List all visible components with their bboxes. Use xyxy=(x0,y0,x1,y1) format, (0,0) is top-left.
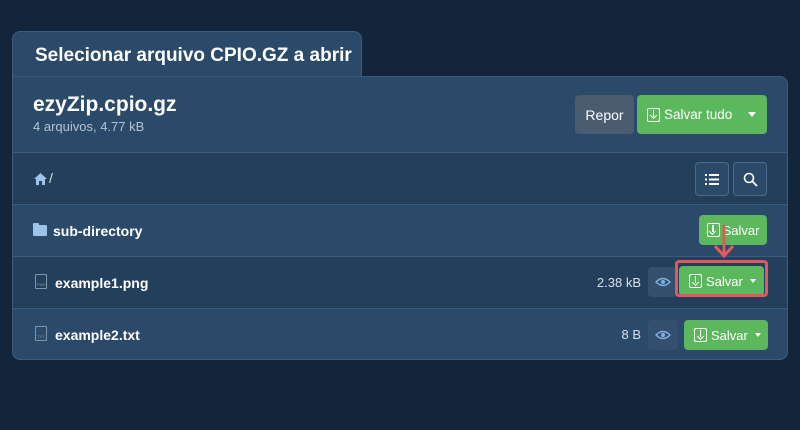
save-all-button[interactable]: Salvar tudo xyxy=(637,95,767,134)
file-icon: PNG xyxy=(35,274,47,289)
archive-meta: 4 arquivos, 4.77 kB xyxy=(33,119,145,134)
list-item[interactable]: TXT example2.txt 8 B Salvar xyxy=(13,309,787,359)
eye-icon xyxy=(655,330,671,340)
caret-down-icon xyxy=(754,333,761,337)
archive-panel: ezyZip.cpio.gz 4 arquivos, 4.77 kB Repor… xyxy=(12,76,788,360)
save-button[interactable]: Salvar xyxy=(684,320,768,350)
file-type-tag: PNG xyxy=(37,282,46,287)
download-icon xyxy=(694,328,707,342)
path-separator: / xyxy=(49,170,53,186)
preview-button[interactable] xyxy=(648,267,678,297)
caret-down-icon xyxy=(748,112,756,117)
eye-icon xyxy=(655,277,671,287)
save-all-dropdown-toggle[interactable] xyxy=(737,95,767,134)
file-icon: TXT xyxy=(35,326,47,341)
save-all-label: Salvar tudo xyxy=(664,107,733,122)
highlight-box xyxy=(675,260,768,297)
item-name[interactable]: example2.txt xyxy=(55,327,140,343)
list-item[interactable]: PNG example1.png 2.38 kB Salvar xyxy=(13,257,787,309)
file-size: 2.38 kB xyxy=(596,275,641,290)
save-main[interactable]: Salvar xyxy=(684,320,748,350)
save-all-main[interactable]: Salvar tudo xyxy=(637,95,737,134)
dialog-title: Selecionar arquivo CPIO.GZ a abrir xyxy=(12,31,362,77)
file-type-tag: TXT xyxy=(37,334,45,339)
list-item[interactable]: sub-directory Salvar xyxy=(13,205,787,257)
item-name[interactable]: sub-directory xyxy=(53,223,142,239)
arrow-down-icon xyxy=(713,225,735,259)
breadcrumb: / xyxy=(13,153,787,205)
home-icon[interactable] xyxy=(34,173,47,185)
list-view-button[interactable] xyxy=(695,162,729,196)
list-icon xyxy=(705,173,719,185)
save-label: Salvar xyxy=(711,327,748,343)
save-dropdown-toggle[interactable] xyxy=(748,320,768,350)
search-button[interactable] xyxy=(733,162,767,196)
archive-header: ezyZip.cpio.gz 4 arquivos, 4.77 kB Repor… xyxy=(13,77,787,153)
reset-button[interactable]: Repor xyxy=(575,95,634,134)
file-size: 8 B xyxy=(621,327,641,342)
search-icon xyxy=(743,172,758,187)
download-icon xyxy=(647,107,660,122)
item-name[interactable]: example1.png xyxy=(55,275,148,291)
archive-name: ezyZip.cpio.gz xyxy=(33,93,177,116)
folder-icon xyxy=(33,223,47,236)
preview-button[interactable] xyxy=(648,320,678,350)
